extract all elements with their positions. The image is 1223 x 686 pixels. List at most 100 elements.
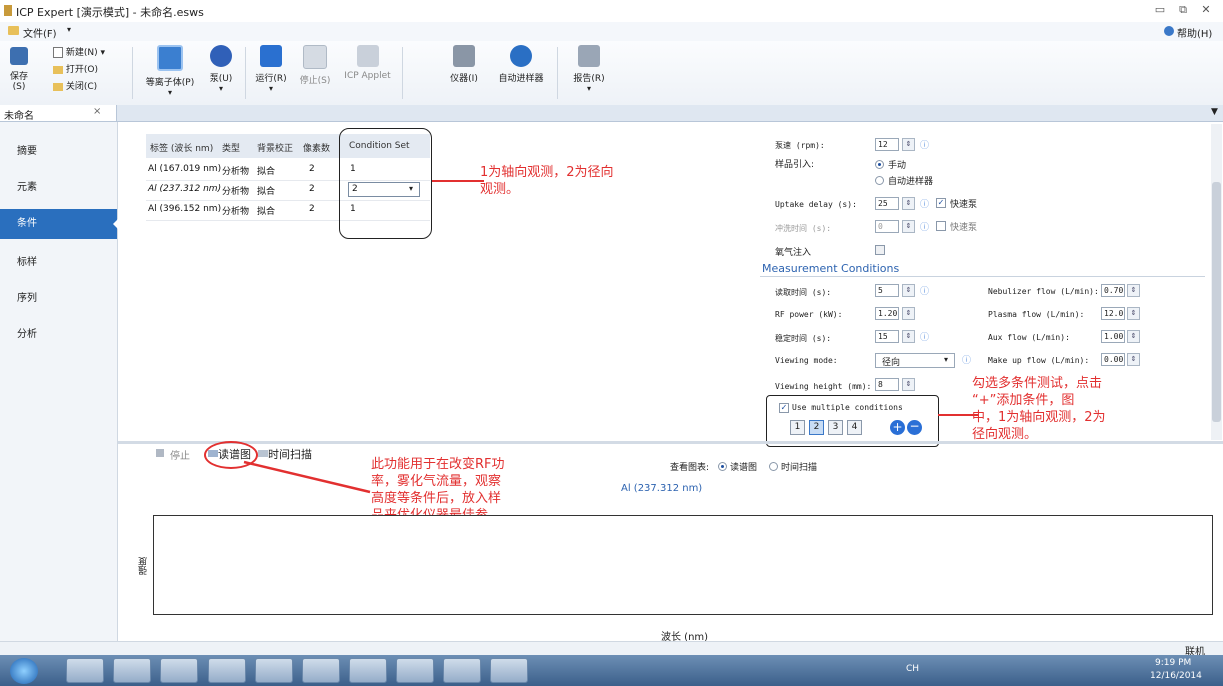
sidebar-item-analysis[interactable]: 分析 — [0, 320, 117, 350]
info-icon[interactable]: ⓘ — [920, 330, 929, 343]
column-header-type[interactable]: 类型 — [222, 141, 240, 154]
condition-button-1[interactable]: 1 — [790, 420, 805, 435]
rf-power-stepper[interactable]: ⇕ — [902, 307, 915, 320]
cell-label: Al (396.152 nm) — [148, 204, 222, 214]
plasma-flow-input[interactable]: 12.0 — [1101, 307, 1125, 320]
info-icon[interactable]: ⓘ — [920, 220, 929, 233]
taskbar-paint-button[interactable] — [490, 658, 528, 683]
read-time-stepper[interactable]: ⇕ — [902, 284, 915, 297]
taskbar-icp-button[interactable] — [396, 658, 434, 683]
nebulizer-flow-stepper[interactable]: ⇕ — [1127, 284, 1140, 297]
file-menu[interactable]: 文件(F) — [23, 25, 57, 40]
annotation-text-2-line: 勾选多条件测试，点击 — [972, 376, 1103, 391]
stabilization-stepper[interactable]: ⇕ — [902, 330, 915, 343]
viewing-mode-dropdown[interactable]: 径向 ▾ — [875, 353, 955, 368]
help-menu[interactable]: 帮助(H) — [1177, 25, 1212, 40]
remove-condition-icon[interactable]: − — [907, 420, 922, 435]
tab-dropdown-icon[interactable]: ▼ — [1211, 107, 1218, 117]
new-button[interactable]: 新建(N) ▾ — [53, 45, 105, 58]
header-divider — [760, 276, 1205, 277]
start-button[interactable] — [10, 658, 38, 684]
taskbar-ie-button[interactable] — [160, 658, 198, 683]
sidebar-item-elements[interactable]: 元素 — [0, 173, 117, 203]
viewing-mode-value: 径向 — [882, 358, 901, 368]
taskbar-word-button[interactable] — [255, 658, 293, 683]
floppy-icon — [10, 47, 28, 65]
fast-pump-checkbox[interactable]: ✓ — [936, 198, 946, 208]
plasma-flow-stepper[interactable]: ⇕ — [1127, 307, 1140, 320]
document-tab[interactable]: 未命名 × — [0, 105, 117, 122]
report-button[interactable]: 报告(R) ▾ — [566, 45, 612, 93]
icp-applet-button[interactable]: ICP Applet — [340, 45, 395, 81]
scrollbar-thumb[interactable] — [1212, 182, 1221, 422]
open-button[interactable]: 打开(O) — [53, 62, 98, 75]
viewing-height-stepper[interactable]: ⇕ — [902, 378, 915, 391]
spectrum-radio[interactable] — [718, 462, 727, 471]
sidebar-item-standards[interactable]: 标样 — [0, 248, 117, 278]
column-header-pixels[interactable]: 像素数 — [303, 141, 330, 154]
condition-button-2[interactable]: 2 — [809, 420, 824, 435]
uptake-input[interactable]: 25 — [875, 197, 899, 210]
column-header-label[interactable]: 标签 (波长 nm) — [150, 141, 213, 154]
read-time-input[interactable]: 5 — [875, 284, 899, 297]
taskbar-icp2-button[interactable] — [443, 658, 481, 683]
vertical-scrollbar[interactable] — [1211, 124, 1222, 440]
nebulizer-flow-input[interactable]: 0.70 — [1101, 284, 1125, 297]
makeup-flow-input[interactable]: 0.00 — [1101, 353, 1125, 366]
run-button[interactable]: 运行(R) ▾ — [253, 45, 289, 93]
autosampler-radio[interactable] — [875, 176, 884, 185]
condition-button-3[interactable]: 3 — [828, 420, 843, 435]
taskbar-ie2-button[interactable] — [302, 658, 340, 683]
taskbar-outlook-button[interactable] — [113, 658, 151, 683]
info-icon[interactable]: ⓘ — [962, 353, 971, 366]
close-tab-icon[interactable]: × — [93, 106, 101, 117]
stop-scan-button[interactable]: 停止 — [170, 447, 190, 462]
column-header-bg[interactable]: 背景校正 — [257, 141, 293, 154]
save-button[interactable]: 保存(S) — [4, 47, 34, 92]
close-doc-button[interactable]: 关闭(C) — [53, 79, 97, 92]
rinse-input[interactable]: 0 — [875, 220, 899, 233]
plasma-button[interactable]: 等离子体(P) ▾ — [140, 45, 200, 97]
time-scan-radio[interactable] — [769, 462, 778, 471]
spectrum-chart[interactable] — [153, 515, 1213, 615]
aux-flow-stepper[interactable]: ⇕ — [1127, 330, 1140, 343]
uptake-stepper[interactable]: ⇕ — [902, 197, 915, 210]
minimize-button[interactable]: ▭ — [1150, 3, 1170, 19]
makeup-flow-stepper[interactable]: ⇕ — [1127, 353, 1140, 366]
taskbar-app-button[interactable] — [349, 658, 387, 683]
argon-checkbox[interactable] — [875, 245, 885, 255]
condition-button-4[interactable]: 4 — [847, 420, 862, 435]
info-icon[interactable]: ⓘ — [920, 197, 929, 210]
add-condition-icon[interactable]: + — [890, 420, 905, 435]
stabilization-input[interactable]: 15 — [875, 330, 899, 343]
sidebar-item-sequence[interactable]: 序列 — [0, 284, 117, 314]
rf-power-input[interactable]: 1.20 — [875, 307, 899, 320]
fast-pump-label-2: 快速泵 — [950, 223, 978, 233]
close-button[interactable]: ✕ — [1196, 3, 1216, 19]
pump-speed-stepper[interactable]: ⇕ — [902, 138, 915, 151]
manual-radio[interactable] — [875, 160, 884, 169]
viewing-height-input[interactable]: 8 — [875, 378, 899, 391]
autosampler-button[interactable]: 自动进样器 — [495, 45, 547, 84]
rinse-stepper[interactable]: ⇕ — [902, 220, 915, 233]
sidebar-item-summary[interactable]: 摘要 — [0, 137, 117, 167]
taskbar-explorer-button[interactable] — [66, 658, 104, 683]
taskbar-acrobat-button[interactable] — [208, 658, 246, 683]
sidebar-item-conditions[interactable]: 条件 — [0, 209, 117, 239]
clock-time[interactable]: 9:19 PM — [1155, 658, 1191, 668]
clock-date[interactable]: 12/16/2014 — [1150, 671, 1202, 681]
argon-label: 氧气注入 — [775, 248, 812, 258]
info-icon[interactable]: ⓘ — [920, 138, 929, 151]
save-label: 保存(S) — [9, 72, 28, 92]
aux-flow-input[interactable]: 1.00 — [1101, 330, 1125, 343]
multi-condition-checkbox[interactable]: ✓ — [779, 403, 789, 413]
cell-bg: 拟合 — [257, 187, 276, 197]
restore-button[interactable]: ⧉ — [1173, 3, 1193, 19]
pump-speed-input[interactable]: 12 — [875, 138, 899, 151]
fast-pump-checkbox-2[interactable] — [936, 221, 946, 231]
info-icon[interactable]: ⓘ — [920, 284, 929, 297]
pump-button[interactable]: 泵(U) ▾ — [204, 45, 238, 93]
instrument-button[interactable]: 仪器(I) — [441, 45, 487, 84]
stop-button[interactable]: 停止(S) — [298, 45, 332, 86]
language-indicator[interactable]: CH — [906, 664, 919, 674]
